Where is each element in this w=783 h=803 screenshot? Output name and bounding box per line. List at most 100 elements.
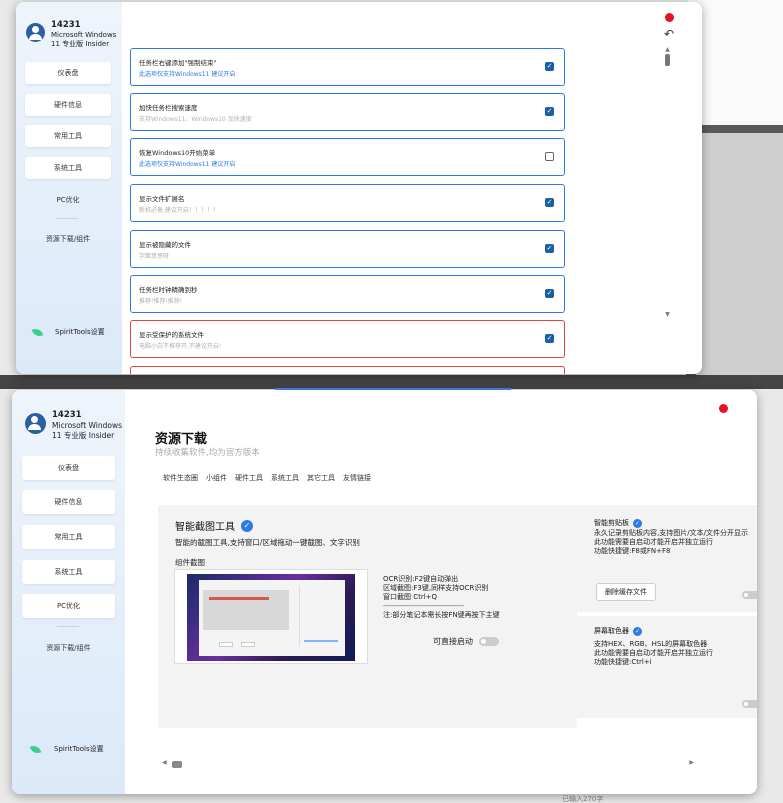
option-title: 显示被隐藏的文件 [139,241,191,249]
tool-line: 永久记录剪贴板内容,支持图片/文本/文件分开显示 [594,529,748,537]
tab-widgets[interactable]: 小组件 [206,473,227,483]
avatar [26,23,45,42]
tab-system-tools[interactable]: 系统工具 [271,473,299,483]
option-title: 加快任务栏搜索速度 [139,104,198,112]
resources-window: 14231 Microsoft Windows 11 专业版 Insider 仪… [12,390,757,794]
sidebar-item-pc-optimize[interactable]: PC优化 [25,189,111,211]
tool-card-color-picker: 屏幕取色器 ✓ 支持HEX、RGB、HSL的屏幕取色器 此功能需要自启动才能开启… [577,616,757,718]
undo-icon[interactable]: ↶ [664,27,674,41]
scroll-down-icon[interactable]: ▼ [663,311,672,318]
leaf-icon [31,326,44,338]
sidebar-item-dashboard[interactable]: 仪表盘 [22,456,115,480]
settings-label: SpiritTools设置 [55,328,105,336]
tool-line: 功能快捷键:F8或FN+F8 [594,547,671,555]
horizontal-scrollbar[interactable]: ◀ ▶ [158,759,694,769]
scroll-up-icon[interactable]: ▲ [663,46,672,53]
vertical-scrollbar[interactable]: ▲ ▼ [663,46,672,318]
os-line-1: Microsoft Windows [52,421,122,430]
tool-info: OCR识别:F2键自动弹出 区域截图:F3键,同样支持OCR识别 窗口截图 Ct… [383,575,500,620]
close-dot-icon[interactable] [719,404,728,413]
autostart-row: 可直接启动 [433,636,499,647]
clear-cache-button[interactable]: 删除缓存文件 [596,583,656,601]
option-title: 恢复Windows10开始菜单 [139,149,216,157]
leaf-icon [29,743,42,755]
option-card[interactable]: 任务栏时钟精确到秒 推荐!推荐!推荐! ✓ [130,275,565,313]
tab-hardware-tools[interactable]: 硬件工具 [235,473,263,483]
screenshot-label: 组件截图 [175,558,205,567]
user-id: 14231 [51,20,81,30]
option-checkbox[interactable]: ✓ [545,289,554,298]
sidebar-item-pc-optimize[interactable]: PC优化 [22,594,115,618]
tab-other-tools[interactable]: 其它工具 [307,473,335,483]
option-checkbox[interactable]: ✓ [545,334,554,343]
option-card[interactable]: 恢复Windows10开始菜单 此选项仅支持Windows11 建议开启 [130,138,565,176]
option-desc: 电脑小白不推荐开,不建议开启! [139,343,222,350]
resource-tabs: 软件生态圈 小组件 硬件工具 系统工具 其它工具 友情链接 [163,473,371,483]
scroll-right-icon[interactable]: ▶ [689,759,694,766]
settings-list: 任务栏右键添加"强制结束" 此选项仅支持Windows11 建议开启 ✓ 加快任… [122,2,702,374]
info-line: OCR识别:F2键自动弹出 [383,575,459,583]
option-card-warning[interactable]: 显示受保护的系统文件 电脑小白不推荐开,不建议开启! ✓ [130,320,565,358]
char-count: 已输入270字 [562,795,604,803]
sidebar-item-downloads[interactable]: 资源下载/组件 [22,636,115,660]
sidebar-item-hardware[interactable]: 硬件信息 [25,94,111,116]
tool-card-screenshot: 智能截图工具 ✓ 智能的截图工具,支持窗口/区域拖动一键截图、文字识别 组件截图… [158,505,577,728]
sidebar-item-downloads[interactable]: 资源下载/组件 [25,228,111,250]
avatar [25,413,46,434]
option-desc: 支持Windows11、Windows10 加快速度 [139,116,252,123]
verified-icon: ✓ [633,518,642,528]
option-desc: 推荐!推荐!推荐! [139,298,183,305]
option-card[interactable]: 显示文件扩展名 新机必备,建议开启！！！！！ ✓ [130,184,565,222]
close-dot-icon[interactable] [665,13,674,22]
tool-title-row: 屏幕取色器 ✓ [594,626,642,636]
tool-line: 此功能需要自启动才能开启并独立运行 [594,538,713,546]
sidebar-item-system-tools[interactable]: 系统工具 [25,157,111,179]
tool-screenshot-image [174,569,368,664]
clipboard-toggle[interactable] [742,591,757,599]
option-desc: 新机必备,建议开启！！！！！ [139,207,219,214]
sidebar-item-hardware[interactable]: 硬件信息 [22,490,115,514]
option-checkbox[interactable] [545,152,554,161]
autostart-toggle[interactable] [479,637,499,646]
scroll-thumb[interactable] [172,761,182,768]
user-info: 14231 Microsoft Windows 11 专业版 Insider [25,410,122,441]
option-desc: 字面意思呀 [139,253,170,260]
option-desc: 此选项仅支持Windows11 建议开启 [139,161,236,168]
option-checkbox[interactable]: ✓ [545,244,554,253]
option-card[interactable]: 显示被隐藏的文件 字面意思呀 ✓ [130,230,565,268]
option-title: 任务栏右键添加"强制结束" [139,59,217,67]
option-card[interactable]: 加快任务栏搜索速度 支持Windows11、Windows10 加快速度 ✓ [130,93,565,131]
option-checkbox[interactable]: ✓ [545,107,554,116]
sidebar-divider [57,626,79,627]
option-title: 显示受保护的系统文件 [139,331,204,339]
tool-line: 此功能需要自启动才能开启并独立运行 [594,649,713,657]
info-line: 区域截图:F3键,同样支持OCR识别 [383,584,489,592]
info-divider: ---------------------------------------- [383,602,465,610]
scroll-left-icon[interactable]: ◀ [162,759,167,766]
settings-label: SpiritTools设置 [54,745,104,753]
option-card-warning[interactable] [130,366,565,374]
sidebar-settings-button[interactable]: SpiritTools设置 [21,738,111,760]
tool-line: 功能快捷键:Ctrl+i [594,658,652,666]
sidebar-item-system-tools[interactable]: 系统工具 [22,560,115,584]
sidebar-settings-button[interactable]: SpiritTools设置 [25,321,115,343]
tool-card-clipboard: 智能剪贴板 ✓ 永久记录剪贴板内容,支持图片/文本/文件分开显示 此功能需要自启… [577,505,757,612]
option-card[interactable]: 任务栏右键添加"强制结束" 此选项仅支持Windows11 建议开启 ✓ [130,48,565,86]
sidebar: 14231 Microsoft Windows 11 专业版 Insider 仪… [12,390,125,794]
color-picker-toggle[interactable] [742,700,757,708]
verified-icon: ✓ [633,626,642,636]
tool-name: 屏幕取色器 [594,627,629,635]
sidebar-item-common-tools[interactable]: 常用工具 [25,125,111,147]
scroll-thumb[interactable] [665,54,670,66]
tool-name: 智能截图工具 [175,522,235,533]
os-line-2: 11 专业版 Insider [52,431,115,440]
sidebar-item-common-tools[interactable]: 常用工具 [22,525,115,549]
tool-description: 智能的截图工具,支持窗口/区域拖动一键截图、文字识别 [175,538,360,547]
tab-ecosystem[interactable]: 软件生态圈 [163,473,198,483]
option-checkbox[interactable]: ✓ [545,198,554,207]
option-checkbox[interactable]: ✓ [545,62,554,71]
sidebar-item-dashboard[interactable]: 仪表盘 [25,62,111,84]
user-info: 14231 Microsoft Windows 11 专业版 Insider [26,20,116,49]
option-desc: 此选项仅支持Windows11 建议开启 [139,71,236,78]
tab-friend-links[interactable]: 友情链接 [343,473,371,483]
